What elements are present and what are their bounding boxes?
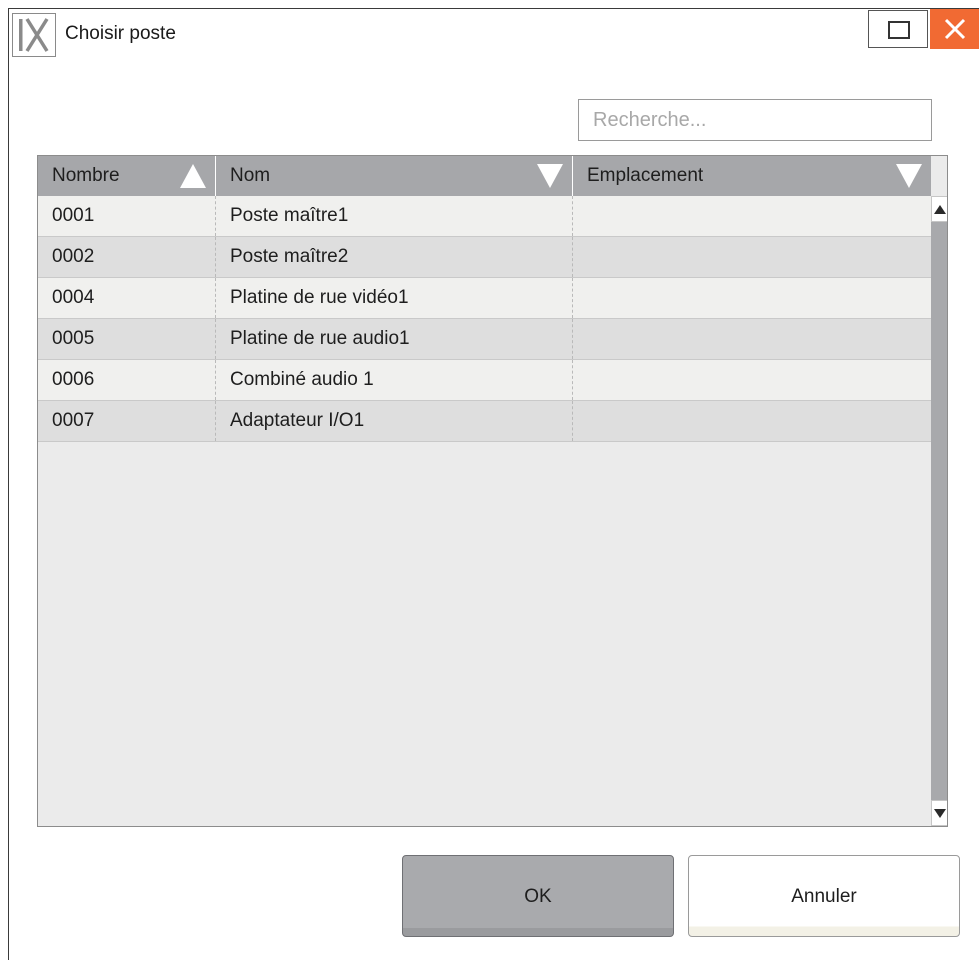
cell-nombre: 0002 — [38, 237, 216, 277]
table-row[interactable]: 0001 Poste maître1 — [38, 196, 931, 237]
cell-emplacement — [573, 237, 931, 277]
sort-down-icon — [537, 164, 563, 188]
cell-nom: Platine de rue audio1 — [216, 319, 573, 359]
title-bar: Choisir poste — [9, 9, 979, 61]
scroll-up-button[interactable] — [931, 196, 947, 222]
cell-nombre: 0005 — [38, 319, 216, 359]
search-input[interactable] — [578, 99, 932, 141]
choose-station-dialog: Choisir poste Nombre Nom — [8, 8, 979, 960]
column-header-label: Nom — [230, 165, 271, 186]
maximize-button[interactable] — [868, 10, 928, 48]
vertical-scrollbar[interactable] — [931, 196, 947, 826]
maximize-icon — [888, 21, 910, 39]
ok-button[interactable]: OK — [402, 855, 674, 937]
cell-emplacement — [573, 196, 931, 236]
cell-nom: Combiné audio 1 — [216, 360, 573, 400]
sort-down-icon — [896, 164, 922, 188]
cell-nom: Poste maître2 — [216, 237, 573, 277]
window-title: Choisir poste — [65, 23, 176, 44]
column-header-emplacement[interactable]: Emplacement — [573, 156, 931, 196]
cell-nombre: 0007 — [38, 401, 216, 441]
table-row[interactable]: 0002 Poste maître2 — [38, 237, 931, 278]
scroll-up-arrow-icon — [934, 205, 946, 214]
cell-emplacement — [573, 360, 931, 400]
table-row[interactable]: 0004 Platine de rue vidéo1 — [38, 278, 931, 319]
column-header-label: Nombre — [52, 165, 120, 186]
cell-nombre: 0006 — [38, 360, 216, 400]
column-header-label: Emplacement — [587, 165, 704, 186]
cell-nom: Platine de rue vidéo1 — [216, 278, 573, 318]
cell-emplacement — [573, 278, 931, 318]
station-table: Nombre Nom Emplacement 0001 Poste maître… — [37, 155, 948, 827]
table-row[interactable]: 0005 Platine de rue audio1 — [38, 319, 931, 360]
cancel-button[interactable]: Annuler — [688, 855, 960, 937]
cell-nombre: 0001 — [38, 196, 216, 236]
cell-emplacement — [573, 401, 931, 441]
table-row[interactable]: 0007 Adaptateur I/O1 — [38, 401, 931, 442]
scroll-down-arrow-icon — [934, 809, 946, 818]
cell-nom: Adaptateur I/O1 — [216, 401, 573, 441]
header-corner — [931, 156, 947, 196]
column-header-nom[interactable]: Nom — [216, 156, 573, 196]
sort-up-icon — [180, 164, 206, 188]
app-logo-icon — [12, 13, 56, 57]
close-icon — [944, 18, 966, 40]
table-row[interactable]: 0006 Combiné audio 1 — [38, 360, 931, 401]
table-header: Nombre Nom Emplacement — [38, 156, 931, 196]
column-header-nombre[interactable]: Nombre — [38, 156, 216, 196]
scroll-down-button[interactable] — [931, 800, 947, 826]
cell-nombre: 0004 — [38, 278, 216, 318]
cell-nom: Poste maître1 — [216, 196, 573, 236]
close-button[interactable] — [930, 9, 979, 49]
table-body: 0001 Poste maître1 0002 Poste maître2 00… — [38, 196, 931, 442]
cell-emplacement — [573, 319, 931, 359]
